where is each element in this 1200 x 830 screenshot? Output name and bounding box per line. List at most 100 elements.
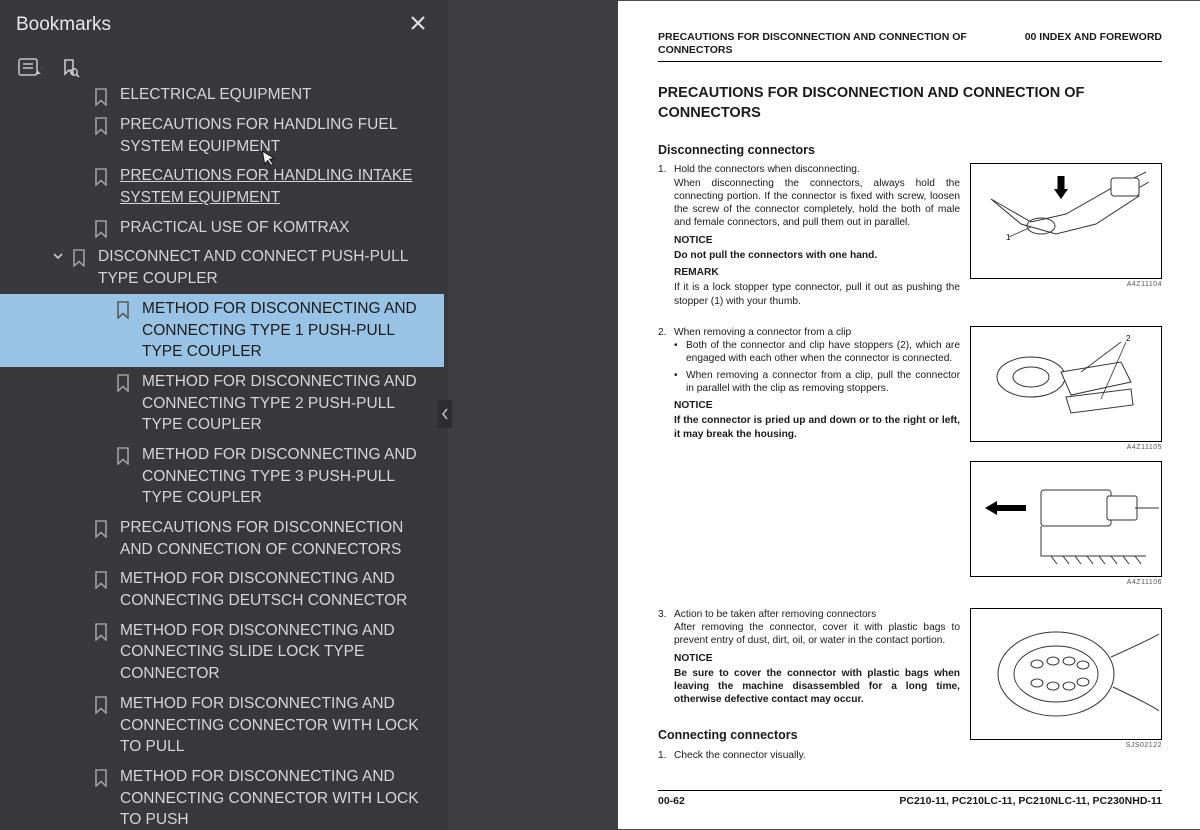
bookmark-item[interactable]: METHOD FOR DISCONNECTING AND CONNECTING … xyxy=(0,564,444,615)
block-1: 1. Hold the connectors when disconnectin… xyxy=(658,163,1162,314)
bookmark-icon xyxy=(68,246,90,267)
figure-3-label: A4Z11106 xyxy=(970,579,1162,586)
bookmark-label: ELECTRICAL EQUIPMENT xyxy=(112,88,436,106)
close-panel-button[interactable] xyxy=(404,14,432,37)
bookmark-label: METHOD FOR DISCONNECTING AND CONNECTING … xyxy=(112,568,436,611)
figure-4-label: SJS02122 xyxy=(970,742,1162,749)
outline-options-button[interactable] xyxy=(16,54,44,82)
footer-page-number: 00-62 xyxy=(658,795,685,807)
text-col-1: 1. Hold the connectors when disconnectin… xyxy=(658,163,960,314)
figure-1: 1 xyxy=(970,163,1162,279)
figure-1-label: A4Z11104 xyxy=(970,281,1162,288)
list-num: 2. xyxy=(658,326,674,441)
bookmark-icon xyxy=(112,298,134,319)
bookmark-icon xyxy=(90,766,112,787)
bookmark-list[interactable]: ELECTRICAL EQUIPMENT PRECAUTIONS FOR HAND… xyxy=(0,88,448,830)
section-connecting: Connecting connectors xyxy=(658,727,960,743)
document-page: PRECAUTIONS FOR DISCONNECTION AND CONNEC… xyxy=(618,1,1200,829)
sidebar-header: Bookmarks xyxy=(0,0,448,50)
figure-4 xyxy=(970,608,1162,740)
bookmark-label: PRACTICAL USE OF KOMTRAX xyxy=(112,217,436,239)
item1-p1: When disconnecting the connectors, alway… xyxy=(674,177,960,230)
bookmark-icon xyxy=(112,371,134,392)
item3-p1: After removing the connector, cover it w… xyxy=(674,621,960,648)
svg-text:2: 2 xyxy=(1126,334,1131,343)
sidebar-toolbar xyxy=(0,50,448,88)
notice-label: NOTICE xyxy=(674,234,960,247)
notice-label: NOTICE xyxy=(674,399,960,412)
bookmark-label: METHOD FOR DISCONNECTING AND CONNECTING … xyxy=(112,766,436,830)
bookmark-icon xyxy=(112,444,134,465)
item3-notice: Be sure to cover the connector with plas… xyxy=(674,667,960,707)
block-3: 3. Action to be taken after removing con… xyxy=(658,608,1162,768)
bookmark-item[interactable]: PRECAUTIONS FOR HANDLING FUEL SYSTEM EQU… xyxy=(0,110,444,161)
item2-bullet1: Both of the connector and clip have stop… xyxy=(686,339,960,366)
close-icon xyxy=(410,15,426,31)
bookmark-label: METHOD FOR DISCONNECTING AND CONNECTING … xyxy=(112,693,436,758)
list-num: 1. xyxy=(658,749,674,762)
figure-2-label: A4Z11105 xyxy=(970,444,1162,451)
bookmark-item[interactable]: DISCONNECT AND CONNECT PUSH-PULL TYPE CO… xyxy=(0,242,444,293)
bookmark-icon xyxy=(90,568,112,589)
expand-toggle[interactable] xyxy=(48,246,68,262)
item3-lead: Action to be taken after removing connec… xyxy=(674,608,960,621)
svg-text:1: 1 xyxy=(1006,233,1011,242)
current-bookmark-button[interactable] xyxy=(56,54,84,82)
bookmark-item[interactable]: PRECAUTIONS FOR DISCONNECTION AND CONNEC… xyxy=(0,513,444,564)
list-num: 1. xyxy=(658,163,674,308)
page-running-header: PRECAUTIONS FOR DISCONNECTION AND CONNEC… xyxy=(658,31,1162,62)
footer-models: PC210-11, PC210LC-11, PC210NLC-11, PC230… xyxy=(899,795,1162,807)
section-disconnecting: Disconnecting connectors xyxy=(658,143,1162,157)
page-footer: 00-62 PC210-11, PC210LC-11, PC210NLC-11,… xyxy=(658,790,1162,807)
item2-notice: If the connector is pried up and down or… xyxy=(674,414,960,441)
outline-icon xyxy=(18,58,42,78)
bookmark-item[interactable]: METHOD FOR DISCONNECTING AND CONNECTING … xyxy=(0,367,444,440)
bookmark-icon xyxy=(90,165,112,186)
item1-remark: If it is a lock stopper type connector, … xyxy=(674,281,960,308)
bookmark-label: PRECAUTIONS FOR HANDLING INTAKE SYSTEM E… xyxy=(112,165,436,208)
bookmark-find-icon xyxy=(60,58,80,78)
text-col-3: 3. Action to be taken after removing con… xyxy=(658,608,960,768)
panel-collapse-handle[interactable] xyxy=(438,400,452,428)
cc-item1: Check the connector visually. xyxy=(674,749,960,762)
bookmark-label: METHOD FOR DISCONNECTING AND CONNECTING … xyxy=(134,298,436,363)
viewer-gutter xyxy=(448,0,618,830)
chevron-left-icon xyxy=(441,408,449,420)
bookmark-label: DISCONNECT AND CONNECT PUSH-PULL TYPE CO… xyxy=(90,246,436,289)
bookmark-label: METHOD FOR DISCONNECTING AND CONNECTING … xyxy=(134,371,436,436)
bookmark-icon xyxy=(90,620,112,641)
bookmark-item[interactable]: PRACTICAL USE OF KOMTRAX xyxy=(0,213,444,243)
bookmark-label: METHOD FOR DISCONNECTING AND CONNECTING … xyxy=(134,444,436,509)
list-num: 3. xyxy=(658,608,674,707)
block-2: 2. When removing a connector from a clip… xyxy=(658,326,1162,596)
bookmark-icon xyxy=(90,114,112,135)
header-right: 00 INDEX AND FOREWORD xyxy=(1025,31,1162,57)
bookmark-icon xyxy=(90,217,112,238)
bookmark-icon xyxy=(90,517,112,538)
bookmark-item[interactable]: METHOD FOR DISCONNECTING AND CONNECTING … xyxy=(0,762,444,830)
bookmark-item[interactable]: PRECAUTIONS FOR HANDLING INTAKE SYSTEM E… xyxy=(0,161,444,212)
sidebar-title: Bookmarks xyxy=(16,14,111,36)
figure-2: 2 xyxy=(970,326,1162,442)
item2-bullet2: When removing a connector from a clip, p… xyxy=(686,369,960,396)
bookmark-item[interactable]: ELECTRICAL EQUIPMENT xyxy=(0,88,444,110)
bookmark-item[interactable]: METHOD FOR DISCONNECTING AND CONNECTING … xyxy=(0,616,444,689)
mouse-cursor-icon xyxy=(260,148,279,171)
page-title: PRECAUTIONS FOR DISCONNECTION AND CONNEC… xyxy=(658,84,1162,123)
document-viewport[interactable]: PRECAUTIONS FOR DISCONNECTION AND CONNEC… xyxy=(618,0,1200,830)
bookmark-label: PRECAUTIONS FOR DISCONNECTION AND CONNEC… xyxy=(112,517,436,560)
bookmark-item[interactable]: METHOD FOR DISCONNECTING AND CONNECTING … xyxy=(0,689,444,762)
bookmarks-panel: Bookmarks ELECTRICAL EQUIPMENT PRECAUTION… xyxy=(0,0,448,830)
item1-lead: Hold the connectors when disconnecting. xyxy=(674,163,960,176)
remark-label: REMARK xyxy=(674,266,960,279)
bookmark-item[interactable]: METHOD FOR DISCONNECTING AND CONNECTING … xyxy=(0,440,444,513)
item1-notice: Do not pull the connectors with one hand… xyxy=(674,249,960,262)
bookmark-label: METHOD FOR DISCONNECTING AND CONNECTING … xyxy=(112,620,436,685)
bookmark-icon xyxy=(90,88,112,106)
notice-label: NOTICE xyxy=(674,652,960,665)
bookmark-icon xyxy=(90,693,112,714)
bookmark-item[interactable]: METHOD FOR DISCONNECTING AND CONNECTING … xyxy=(0,294,444,367)
text-col-2: 2. When removing a connector from a clip… xyxy=(658,326,960,596)
header-left: PRECAUTIONS FOR DISCONNECTION AND CONNEC… xyxy=(658,31,978,57)
figure-3 xyxy=(970,461,1162,577)
